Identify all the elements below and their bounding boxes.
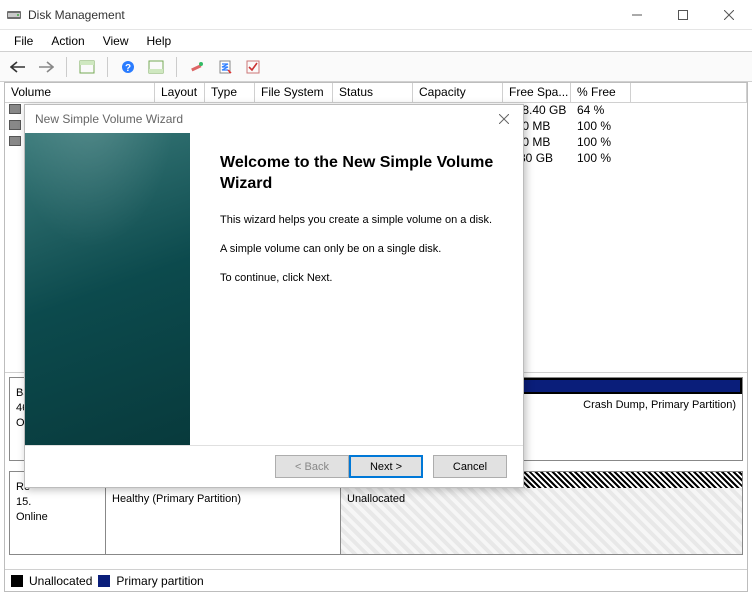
cell-pct: 100 % <box>571 135 631 151</box>
drive-icon <box>9 104 21 114</box>
window-title: Disk Management <box>28 8 614 22</box>
disk-status: Online <box>16 510 99 525</box>
back-button[interactable] <box>6 55 30 79</box>
menu-view[interactable]: View <box>95 32 137 50</box>
title-bar: Disk Management <box>0 0 752 30</box>
help-button[interactable]: ? <box>116 55 140 79</box>
maximize-button[interactable] <box>660 0 706 30</box>
legend-unallocated-swatch <box>11 575 23 587</box>
wizard-paragraph: To continue, click Next. <box>220 271 503 286</box>
wizard-banner <box>25 133 190 445</box>
legend: Unallocated Primary partition <box>5 569 747 591</box>
app-icon <box>6 7 22 23</box>
svg-text:?: ? <box>125 63 131 74</box>
properties-button[interactable] <box>213 55 237 79</box>
legend-primary-label: Primary partition <box>116 574 203 588</box>
menu-file[interactable]: File <box>6 32 41 50</box>
column-headers: Volume Layout Type File System Status Ca… <box>5 83 747 103</box>
toolbar-separator <box>66 57 67 77</box>
wizard-button-row: < Back Next > Cancel <box>25 445 523 487</box>
drive-icon <box>9 136 21 146</box>
drive-icon <box>9 120 21 130</box>
view-top-button[interactable] <box>75 55 99 79</box>
col-volume[interactable]: Volume <box>5 83 155 102</box>
menu-bar: File Action View Help <box>0 30 752 52</box>
toolbar-separator <box>107 57 108 77</box>
wizard-paragraph: A simple volume can only be on a single … <box>220 242 503 257</box>
legend-primary-swatch <box>98 575 110 587</box>
menu-help[interactable]: Help <box>139 32 180 50</box>
wizard-title: New Simple Volume Wizard <box>35 112 183 126</box>
partition-status: Healthy (Primary Partition) <box>106 488 340 554</box>
action-settings-button[interactable] <box>185 55 209 79</box>
forward-button[interactable] <box>34 55 58 79</box>
minimize-button[interactable] <box>614 0 660 30</box>
cell-pct: 100 % <box>571 119 631 135</box>
menu-action[interactable]: Action <box>43 32 92 50</box>
close-button[interactable] <box>706 0 752 30</box>
partition-status: Unallocated <box>341 488 742 554</box>
wizard-titlebar: New Simple Volume Wizard <box>25 105 523 133</box>
col-status[interactable]: Status <box>333 83 413 102</box>
col-type[interactable]: Type <box>205 83 255 102</box>
col-capacity[interactable]: Capacity <box>413 83 503 102</box>
col-freespace[interactable]: Free Spa... <box>503 83 571 102</box>
new-simple-volume-wizard: New Simple Volume Wizard Welcome to the … <box>24 104 524 488</box>
cell-pct: 100 % <box>571 151 631 167</box>
wizard-back-button[interactable]: < Back <box>275 455 349 478</box>
disk-size: 15. <box>16 495 99 510</box>
col-filesystem[interactable]: File System <box>255 83 333 102</box>
toolbar: ? <box>0 52 752 82</box>
wizard-close-button[interactable] <box>495 110 513 128</box>
col-pctfree[interactable]: % Free <box>571 83 631 102</box>
wizard-next-button[interactable]: Next > <box>349 455 423 478</box>
wizard-content: Welcome to the New Simple Volume Wizard … <box>190 133 523 445</box>
wizard-paragraph: This wizard helps you create a simple vo… <box>220 213 503 228</box>
cell-pct: 64 % <box>571 103 631 119</box>
wizard-heading: Welcome to the New Simple Volume Wizard <box>220 153 503 195</box>
refresh-button[interactable] <box>241 55 265 79</box>
view-bottom-button[interactable] <box>144 55 168 79</box>
col-layout[interactable]: Layout <box>155 83 205 102</box>
col-spacer <box>631 83 747 102</box>
legend-unallocated-label: Unallocated <box>29 574 92 588</box>
toolbar-separator <box>176 57 177 77</box>
wizard-cancel-button[interactable]: Cancel <box>433 455 507 478</box>
